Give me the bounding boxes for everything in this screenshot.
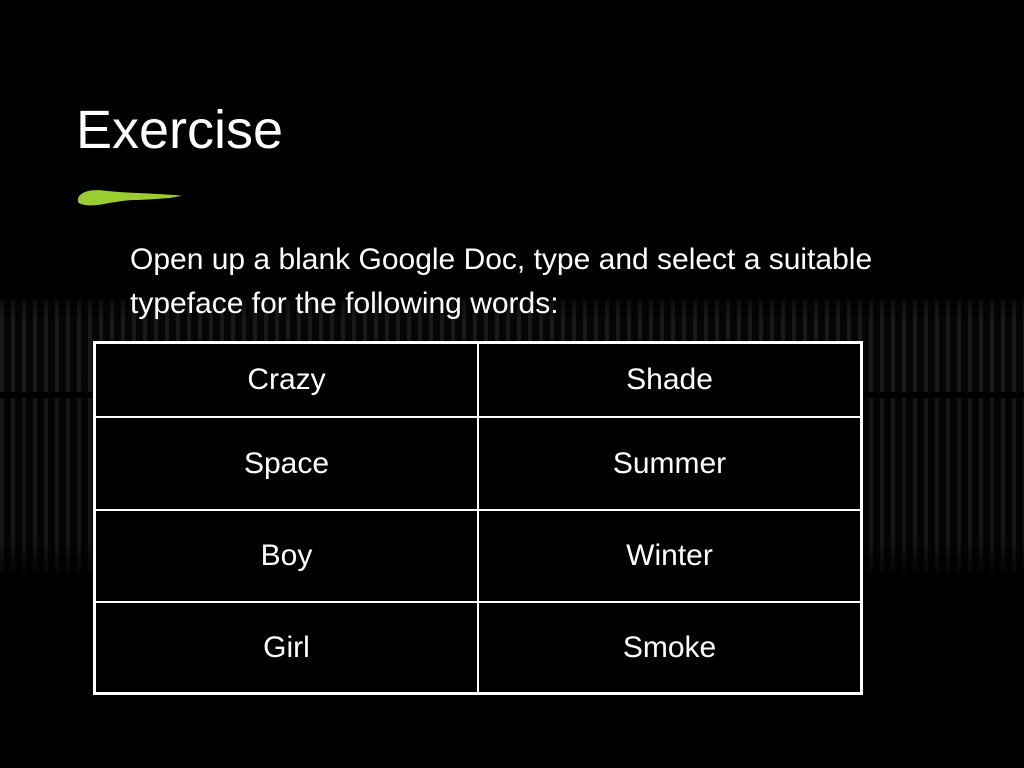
words-table: Crazy Shade Space Summer Boy Winter Girl… [93,341,863,695]
green-brush-stroke-icon [78,190,182,206]
table-row: Girl Smoke [93,601,863,695]
table-cell: Summer [477,416,863,511]
table-cell: Winter [477,508,863,604]
table-cell: Smoke [477,601,863,695]
table-cell: Crazy [93,341,479,419]
slide-title: Exercise [76,100,284,160]
table-row: Boy Winter [93,508,863,604]
table-cell: Boy [93,508,479,604]
table-row: Crazy Shade [93,341,863,419]
table-cell: Girl [93,601,479,695]
slide: Exercise Open up a blank Google Doc, typ… [0,0,1024,768]
table-cell: Space [93,416,479,511]
table-cell: Shade [477,341,863,419]
instruction-text: Open up a blank Google Doc, type and sel… [130,243,873,320]
table-row: Space Summer [93,416,863,511]
